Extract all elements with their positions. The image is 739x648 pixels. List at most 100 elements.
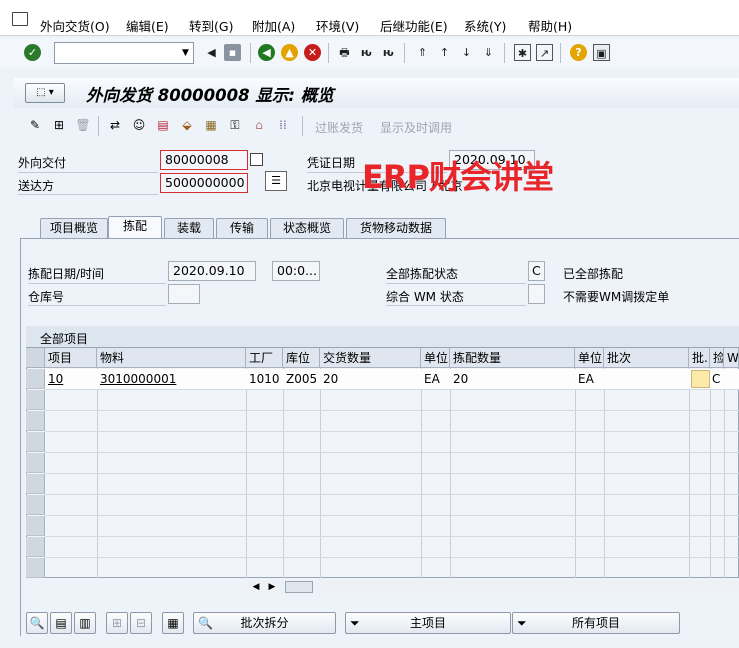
- partner-icon[interactable]: ☺: [130, 116, 148, 134]
- tab-picking[interactable]: 拣配: [108, 216, 162, 240]
- menu-outbound-delivery[interactable]: 外向交货(O): [40, 16, 110, 35]
- select-all-header[interactable]: [26, 348, 45, 368]
- screen-menu-icon[interactable]: ⬚ ▾: [25, 83, 65, 103]
- address-icon[interactable]: ☰: [265, 171, 287, 191]
- menu-environment[interactable]: 环境(V): [316, 16, 359, 35]
- row-batch-split-cell[interactable]: [691, 370, 710, 388]
- print-icon[interactable]: 🖶: [336, 44, 353, 61]
- create-session-icon[interactable]: ✱: [514, 44, 531, 61]
- overall-picking-status-label: 全部拣配状态: [386, 267, 459, 281]
- save-icon[interactable]: ▪: [224, 44, 241, 61]
- shipment-icon[interactable]: ⌂: [250, 116, 268, 134]
- insert-row-icon[interactable]: ⊞: [106, 612, 128, 634]
- scroll-thumb[interactable]: [285, 581, 313, 593]
- column-header-picking-status[interactable]: 捡..: [710, 348, 724, 368]
- column-header-sloc[interactable]: 库位: [283, 348, 320, 368]
- next-page-icon[interactable]: ↓: [458, 44, 475, 61]
- item-table-icon[interactable]: ▦: [162, 612, 184, 634]
- picking-date-field[interactable]: 2020.09.10: [168, 261, 256, 281]
- other-delivery-icon[interactable]: ⇄: [106, 116, 124, 134]
- cancel-icon[interactable]: ✕: [304, 44, 321, 61]
- column-header-item[interactable]: 项目: [45, 348, 97, 368]
- row-pick-unit: EA: [578, 372, 594, 386]
- menu-edit[interactable]: 编辑(E): [126, 16, 169, 35]
- help-icon[interactable]: ?: [570, 44, 587, 61]
- exit-icon[interactable]: ▲: [281, 44, 298, 61]
- column-header-material[interactable]: 物料: [97, 348, 246, 368]
- menu-icon[interactable]: [12, 12, 28, 26]
- delete-icon[interactable]: 🗑: [74, 116, 92, 134]
- menu-follow-on[interactable]: 后继功能(E): [380, 16, 448, 35]
- menu-extras[interactable]: 附加(A): [252, 16, 295, 35]
- output-icon[interactable]: ▦: [202, 116, 220, 134]
- row-selector[interactable]: [26, 537, 45, 557]
- enter-icon[interactable]: ✓: [24, 44, 41, 61]
- row-selector[interactable]: [26, 516, 45, 536]
- row-selector[interactable]: [26, 495, 45, 515]
- row-selector[interactable]: [26, 453, 45, 473]
- row-material[interactable]: 3010000001: [97, 369, 246, 389]
- delete-row-icon[interactable]: ⊟: [130, 612, 152, 634]
- packing-icon[interactable]: ⬙: [178, 116, 196, 134]
- picking-date-label: 拣配日期/时间: [28, 267, 105, 281]
- first-page-icon[interactable]: ⇑: [414, 44, 431, 61]
- header-details-icon[interactable]: ⊞: [50, 116, 68, 134]
- last-page-icon[interactable]: ⇓: [480, 44, 497, 61]
- other-document-icon[interactable]: [250, 153, 263, 166]
- row-selector[interactable]: [26, 390, 45, 410]
- row-item[interactable]: 10: [45, 369, 97, 389]
- grid-view-icon[interactable]: ⁞⁞: [274, 116, 292, 134]
- previous-page-icon[interactable]: ↑: [436, 44, 453, 61]
- row-selector[interactable]: [26, 558, 45, 578]
- tab-goods-movement[interactable]: 货物移动数据: [346, 218, 446, 238]
- column-header-wm[interactable]: W: [724, 348, 739, 368]
- tab-transport[interactable]: 传输: [216, 218, 268, 238]
- batch-split-button[interactable]: 🔍 批次拆分: [193, 612, 336, 634]
- scroll-right-icon[interactable]: ▶: [265, 580, 279, 594]
- row-selector[interactable]: [26, 432, 45, 452]
- wm-status-field[interactable]: [528, 284, 545, 304]
- horizontal-scrollbar[interactable]: [246, 580, 739, 594]
- menu-help[interactable]: 帮助(H): [528, 16, 572, 35]
- delivery-number-field[interactable]: 80000008: [160, 150, 248, 170]
- find-icon[interactable]: ԋ: [358, 44, 375, 61]
- select-all-icon[interactable]: ▤: [50, 612, 72, 634]
- tab-item-overview[interactable]: 项目概览: [40, 218, 108, 238]
- tab-loading[interactable]: 装载: [164, 218, 214, 238]
- picking-time-field[interactable]: 00:0...: [272, 261, 320, 281]
- column-header-delivery-qty[interactable]: 交货数量: [320, 348, 421, 368]
- overall-picking-status-field[interactable]: C: [528, 261, 545, 281]
- shortcut-icon[interactable]: ↗: [536, 44, 553, 61]
- find-next-icon[interactable]: ԋ: [380, 44, 397, 61]
- back-icon[interactable]: ◀: [258, 44, 275, 61]
- tab-status-overview[interactable]: 状态概览: [270, 218, 344, 238]
- texts-icon[interactable]: ▤: [154, 116, 172, 134]
- change-display-icon[interactable]: ✎: [26, 116, 44, 134]
- deadlines-icon[interactable]: ⚿: [226, 116, 244, 134]
- menu-system[interactable]: 系统(Y): [464, 16, 506, 35]
- row-selector[interactable]: [26, 411, 45, 431]
- main-items-button[interactable]: ⏷ 主项目: [345, 612, 511, 634]
- column-header-batch[interactable]: 批次: [604, 348, 689, 368]
- command-dropdown-icon[interactable]: ▼: [178, 43, 193, 63]
- row-selector[interactable]: [26, 369, 45, 389]
- post-goods-issue-button[interactable]: 过账发货: [315, 119, 363, 136]
- column-header-pick-qty[interactable]: 拣配数量: [450, 348, 575, 368]
- warehouse-field[interactable]: [168, 284, 200, 304]
- scroll-left-icon[interactable]: ◀: [249, 580, 263, 594]
- menu-goto[interactable]: 转到(G): [189, 16, 233, 35]
- show-timely-button[interactable]: 显示及时调用: [380, 119, 452, 136]
- column-header-pick-unit[interactable]: 单位: [575, 348, 604, 368]
- all-items-button[interactable]: ⏷ 所有项目: [512, 612, 680, 634]
- details-item-icon[interactable]: 🔍: [26, 612, 48, 634]
- layout-menu-icon[interactable]: ▣: [593, 44, 610, 61]
- row-batch[interactable]: [604, 369, 689, 389]
- row-selector[interactable]: [26, 474, 45, 494]
- collapse-arrow-icon[interactable]: ◀: [203, 44, 220, 61]
- column-header-batch-split[interactable]: 批...: [689, 348, 710, 368]
- column-header-unit[interactable]: 单位: [421, 348, 450, 368]
- command-field[interactable]: [54, 42, 194, 64]
- shipto-field[interactable]: 5000000000: [160, 173, 248, 193]
- column-header-plant[interactable]: 工厂: [246, 348, 283, 368]
- deselect-all-icon[interactable]: ▥: [74, 612, 96, 634]
